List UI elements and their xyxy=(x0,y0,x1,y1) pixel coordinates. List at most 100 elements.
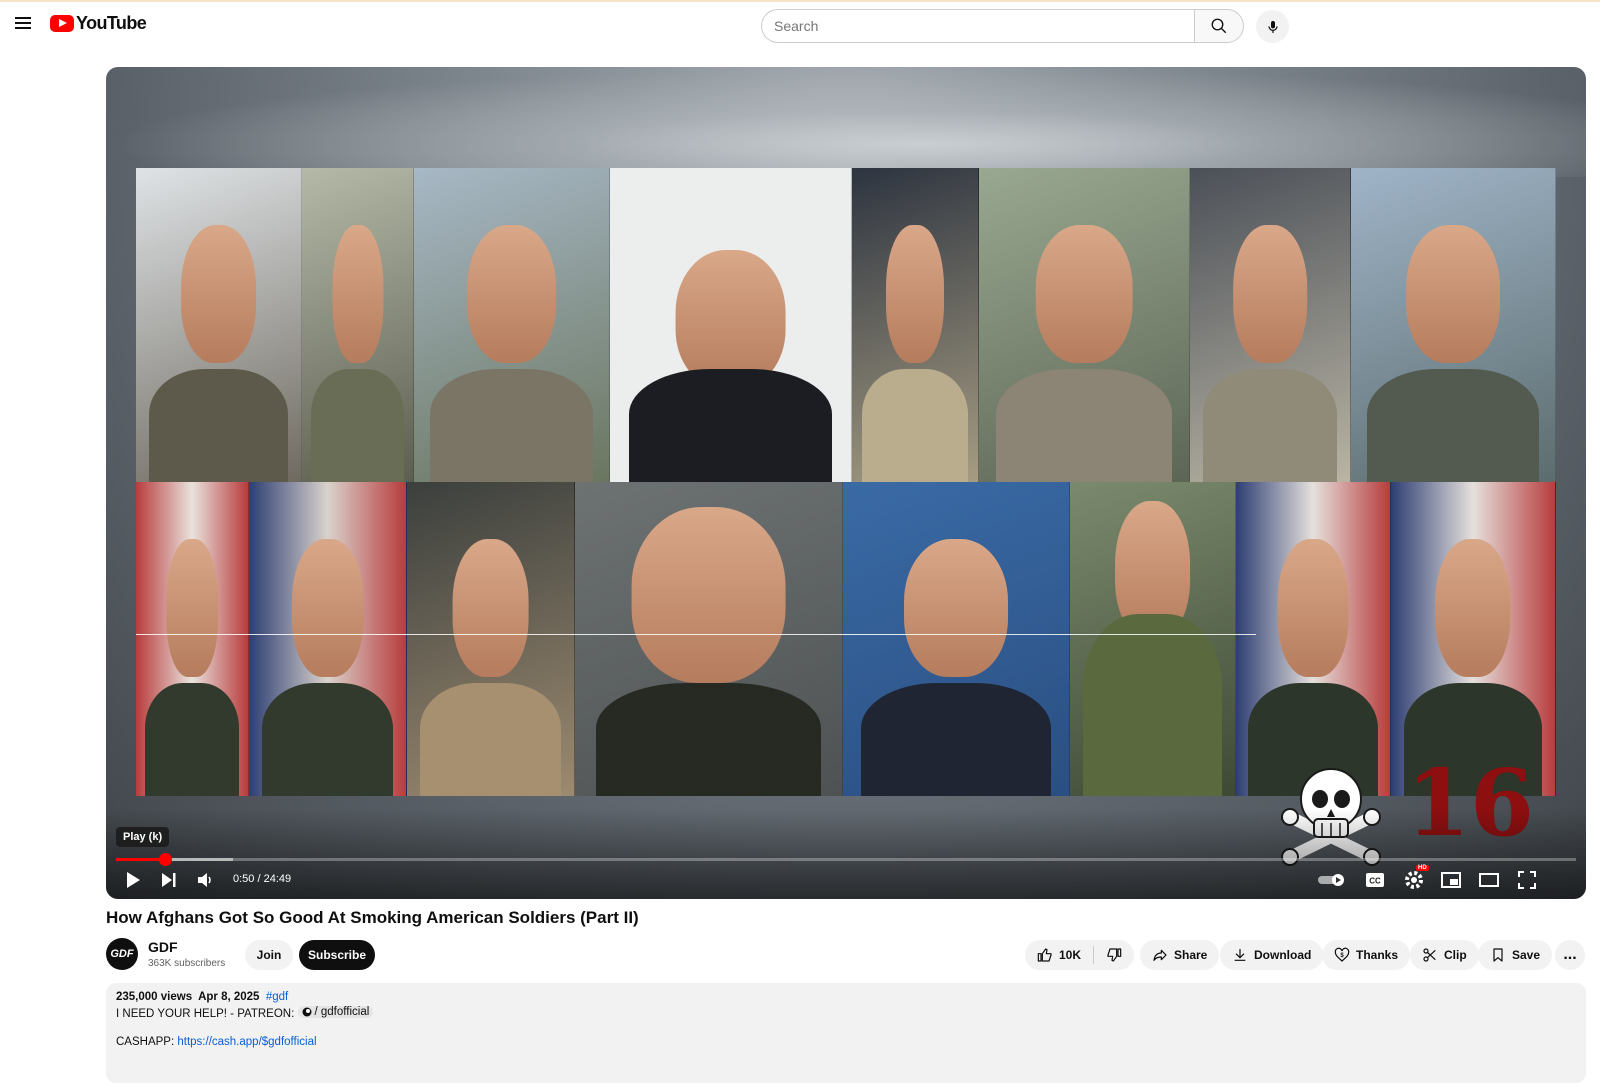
portrait-photo xyxy=(979,168,1190,482)
volume-button[interactable] xyxy=(192,867,218,893)
cloud-background xyxy=(106,67,1586,177)
search-button[interactable] xyxy=(1194,9,1244,43)
portrait-photo xyxy=(852,168,979,482)
search-input[interactable] xyxy=(761,9,1194,43)
captions-button[interactable]: CC xyxy=(1362,867,1388,893)
channel-avatar[interactable]: GDF xyxy=(106,938,138,970)
autoplay-toggle-icon xyxy=(1318,874,1344,886)
portrait-photo xyxy=(136,482,249,796)
miniplayer-button[interactable] xyxy=(1438,867,1464,893)
time-display: 0:50 / 24:49 xyxy=(233,873,292,885)
theater-mode-button[interactable] xyxy=(1476,867,1502,893)
theater-icon xyxy=(1479,873,1499,887)
youtube-logo[interactable]: YouTube xyxy=(50,13,147,34)
portrait-photo xyxy=(249,482,407,796)
portrait-photo xyxy=(407,482,575,796)
portrait-photo xyxy=(610,168,852,482)
portrait-photo xyxy=(302,168,414,482)
thumbs-down-icon xyxy=(1107,948,1122,962)
save-label: Save xyxy=(1512,948,1541,962)
bookmark-icon xyxy=(1493,948,1503,962)
overlay-line xyxy=(136,634,1256,635)
scrubber-handle[interactable] xyxy=(159,853,173,866)
portrait-photo xyxy=(136,168,302,482)
portrait-photo xyxy=(843,482,1070,796)
share-label: Share xyxy=(1174,948,1208,962)
portrait-photo xyxy=(1190,168,1351,482)
settings-button[interactable]: HD xyxy=(1399,865,1429,893)
subscribe-button[interactable]: Subscribe xyxy=(299,940,375,970)
clip-button[interactable]: Clip xyxy=(1410,940,1479,970)
youtube-play-logo-icon xyxy=(50,15,74,32)
current-time: 0:50 xyxy=(233,873,255,885)
volume-icon xyxy=(198,873,211,887)
play-button[interactable] xyxy=(120,867,146,893)
search-bar xyxy=(761,9,1244,43)
patreon-icon xyxy=(302,1007,311,1017)
help-text: I NEED YOUR HELP! - PATREON: xyxy=(116,1008,295,1020)
patreon-link[interactable]: / gdfofficial xyxy=(297,1006,374,1018)
miniplayer-icon xyxy=(1441,872,1461,888)
description-line: I NEED YOUR HELP! - PATREON: / gdfoffici… xyxy=(116,1006,1576,1020)
logo-text: YouTube xyxy=(76,13,147,33)
video-player[interactable]: 16 Play (k) 0:50 / 24:49 CC HD xyxy=(106,67,1586,899)
thanks-label: Thanks xyxy=(1356,948,1399,962)
voice-search-button[interactable] xyxy=(1256,10,1289,43)
duration: 24:49 xyxy=(263,873,292,885)
upload-date: Apr 8, 2025 xyxy=(198,991,260,1003)
dislike-button[interactable] xyxy=(1094,940,1134,970)
like-button[interactable]: 10K xyxy=(1025,940,1093,970)
captions-icon: CC xyxy=(1366,873,1384,887)
video-title: How Afghans Got So Good At Smoking Ameri… xyxy=(106,908,639,927)
cashapp-label: CASHAPP: xyxy=(116,1036,175,1048)
description-box[interactable]: 235,000 views Apr 8, 2025 #gdf I NEED YO… xyxy=(106,983,1586,1083)
view-count: 235,000 views xyxy=(116,991,193,1003)
description-stats: 235,000 views Apr 8, 2025 #gdf xyxy=(116,991,1576,1003)
download-icon xyxy=(1234,949,1246,961)
masthead: YouTube xyxy=(0,2,1600,50)
svg-text:$: $ xyxy=(1340,953,1344,959)
scissors-icon xyxy=(1423,948,1436,962)
progress-played xyxy=(116,858,166,861)
thumbs-up-icon xyxy=(1037,948,1052,962)
save-button[interactable]: Save xyxy=(1478,940,1553,970)
portrait-collage xyxy=(136,168,1556,796)
thanks-button[interactable]: $ Thanks xyxy=(1322,940,1411,970)
portrait-photo xyxy=(1351,168,1556,482)
portrait-photo xyxy=(414,168,610,482)
like-count: 10K xyxy=(1059,948,1082,962)
portrait-photo xyxy=(575,482,843,796)
play-tooltip: Play (k) xyxy=(116,827,170,847)
subscriber-count: 363K subscribers xyxy=(148,958,226,969)
share-icon xyxy=(1153,949,1167,961)
next-button[interactable] xyxy=(156,867,182,893)
hd-badge: HD xyxy=(1416,865,1429,871)
clip-label: Clip xyxy=(1444,948,1467,962)
share-button[interactable]: Share xyxy=(1140,940,1220,970)
more-icon: ... xyxy=(1563,946,1577,963)
next-icon xyxy=(162,873,176,887)
download-label: Download xyxy=(1254,948,1312,962)
fullscreen-button[interactable] xyxy=(1514,867,1540,893)
thanks-icon: $ xyxy=(1334,947,1350,962)
mic-icon xyxy=(1267,20,1278,33)
autoplay-toggle[interactable] xyxy=(1316,867,1348,893)
svg-text:CC: CC xyxy=(1369,877,1381,886)
progress-bar[interactable] xyxy=(116,853,1576,866)
settings-icon xyxy=(1405,871,1423,889)
search-icon xyxy=(1211,18,1227,34)
like-dislike-group: 10K xyxy=(1025,940,1135,970)
cashapp-link[interactable]: https://cash.app/$gdfofficial xyxy=(177,1036,316,1048)
cashapp-line: CASHAPP: https://cash.app/$gdfofficial xyxy=(116,1036,1576,1048)
join-button[interactable]: Join xyxy=(245,940,293,970)
patreon-handle: / gdfofficial xyxy=(314,1006,370,1018)
portrait-photo xyxy=(1070,482,1236,796)
more-actions-button[interactable]: ... xyxy=(1555,940,1585,970)
hamburger-icon[interactable] xyxy=(12,14,34,36)
play-icon xyxy=(127,872,140,888)
hashtag-link[interactable]: #gdf xyxy=(266,991,288,1003)
download-button[interactable]: Download xyxy=(1220,940,1324,970)
portrait-photo xyxy=(1236,482,1391,796)
channel-name[interactable]: GDF xyxy=(148,939,178,955)
fullscreen-icon xyxy=(1518,871,1536,889)
